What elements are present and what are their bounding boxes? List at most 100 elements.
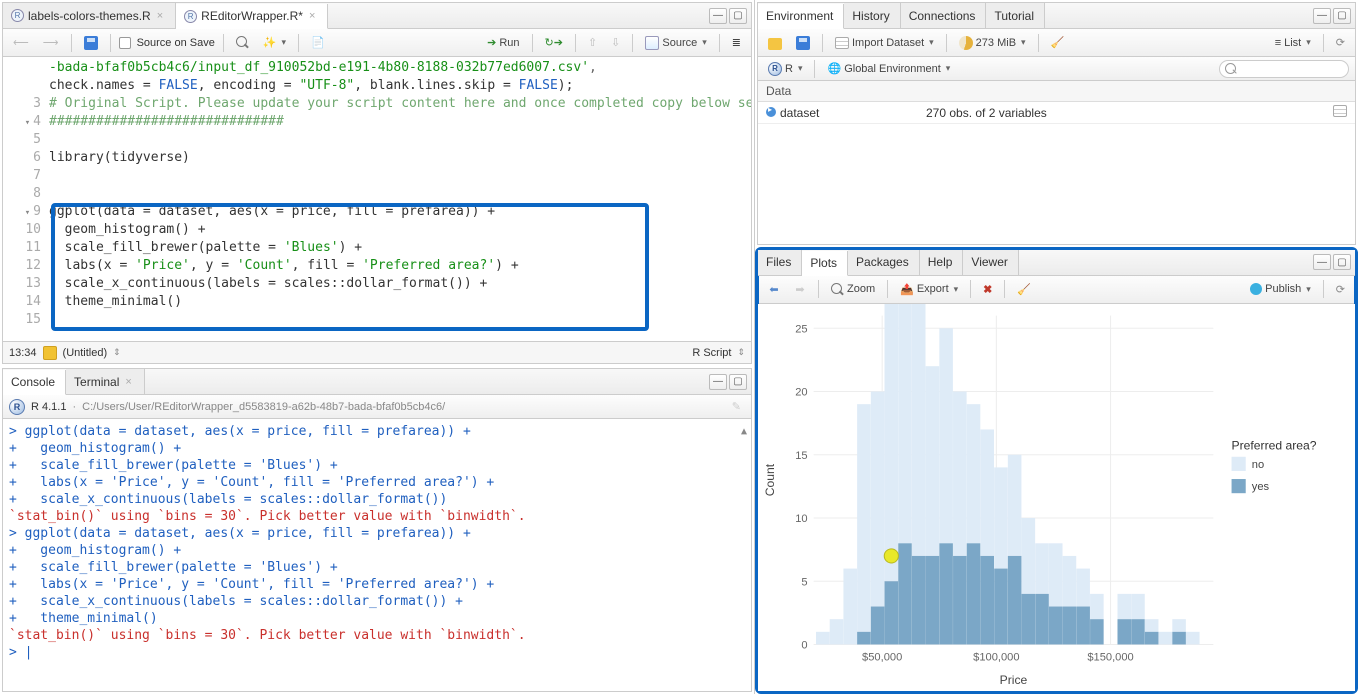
console-tabbar: ConsoleTerminal× — ▢ bbox=[3, 369, 751, 395]
save-icon[interactable] bbox=[80, 34, 102, 52]
source-on-save-checkbox[interactable] bbox=[119, 37, 131, 49]
env-tab[interactable]: History bbox=[844, 3, 900, 28]
close-icon[interactable]: × bbox=[123, 376, 133, 388]
plot-tab[interactable]: Plots bbox=[802, 251, 848, 276]
editor-tabbar: Rlabels-colors-themes.R×RREditorWrapper.… bbox=[3, 3, 751, 29]
import-dataset-button[interactable]: Import Dataset bbox=[831, 35, 938, 51]
maximize-pane-icon[interactable]: ▢ bbox=[1333, 8, 1351, 24]
env-tab[interactable]: Environment bbox=[758, 4, 844, 29]
source-button[interactable]: Source bbox=[641, 34, 710, 52]
view-mode-button[interactable]: ≡ List bbox=[1271, 35, 1315, 51]
editor-statusbar: 13:34 (Untitled) ⇕ R Script ⇕ bbox=[3, 341, 751, 363]
remove-plot-icon[interactable]: ✖ bbox=[979, 281, 996, 298]
maximize-pane-icon[interactable]: ▢ bbox=[729, 8, 747, 24]
code-editor[interactable]: 3▾45678▾9101112131415 -bada-bfaf0b5cb4c6… bbox=[3, 57, 751, 341]
svg-text:5: 5 bbox=[801, 576, 807, 588]
prev-plot-icon[interactable]: ⬅ bbox=[764, 280, 784, 298]
editor-tab[interactable]: RREditorWrapper.R*× bbox=[176, 4, 328, 29]
minimize-pane-icon[interactable]: — bbox=[709, 8, 727, 24]
environment-scope[interactable]: 🌐 Global Environment bbox=[823, 60, 954, 77]
env-search[interactable] bbox=[1219, 60, 1349, 78]
doc-type-icon bbox=[43, 346, 57, 360]
env-tab[interactable]: Tutorial bbox=[986, 3, 1045, 28]
plot-tab[interactable]: Help bbox=[920, 250, 964, 275]
outline-icon[interactable]: ≣ bbox=[728, 34, 745, 51]
save-workspace-icon[interactable] bbox=[792, 34, 814, 52]
histogram-plot: 0 5 10 15 20 25 $50,000 $100,000 $150,000 Price Co… bbox=[758, 304, 1355, 692]
expand-icon[interactable] bbox=[766, 107, 776, 117]
console-tab[interactable]: Terminal× bbox=[66, 369, 145, 394]
working-directory[interactable]: C:/Users/User/REditorWrapper_d5583819-a6… bbox=[82, 401, 445, 413]
language-scope[interactable]: RR bbox=[764, 60, 806, 78]
publish-button[interactable]: Publish bbox=[1246, 281, 1315, 297]
env-row[interactable]: dataset270 obs. of 2 variables bbox=[758, 102, 1355, 124]
console-info-bar: R R 4.1.1 · C:/Users/User/REditorWrapper… bbox=[3, 395, 751, 419]
go-down-icon[interactable]: ⇩ bbox=[607, 34, 624, 51]
r-logo-icon: R bbox=[9, 399, 25, 415]
load-workspace-icon[interactable] bbox=[764, 35, 786, 51]
environment-table: Data dataset270 obs. of 2 variables bbox=[758, 81, 1355, 124]
plot-tab[interactable]: Files bbox=[758, 250, 802, 275]
minimize-pane-icon[interactable]: — bbox=[709, 374, 727, 390]
cursor-position: 13:34 bbox=[9, 347, 37, 359]
env-scope-bar: RR 🌐 Global Environment bbox=[758, 57, 1355, 81]
editor-tab[interactable]: Rlabels-colors-themes.R× bbox=[3, 3, 176, 28]
export-button[interactable]: 📤 Export bbox=[896, 281, 962, 298]
env-search-input[interactable] bbox=[1219, 60, 1349, 78]
r-version: R 4.1.1 bbox=[31, 401, 66, 413]
doc-title[interactable]: (Untitled) bbox=[63, 347, 108, 359]
zoom-button[interactable]: Zoom bbox=[827, 281, 879, 298]
plot-tab[interactable]: Viewer bbox=[963, 250, 1018, 275]
svg-text:$50,000: $50,000 bbox=[862, 651, 902, 663]
svg-text:Count: Count bbox=[763, 463, 777, 496]
env-tab[interactable]: Connections bbox=[901, 3, 987, 28]
svg-text:$150,000: $150,000 bbox=[1087, 651, 1133, 663]
svg-text:10: 10 bbox=[795, 513, 807, 525]
refresh-plot-icon[interactable]: ⟳ bbox=[1332, 281, 1349, 298]
plot-tab[interactable]: Packages bbox=[848, 250, 920, 275]
minimize-pane-icon[interactable]: — bbox=[1313, 254, 1331, 270]
clear-console-icon[interactable]: ✎ bbox=[728, 398, 745, 415]
code-tools-icon[interactable]: ✨ bbox=[259, 34, 290, 51]
close-icon[interactable]: × bbox=[155, 10, 165, 22]
env-tabbar: EnvironmentHistoryConnectionsTutorial — … bbox=[758, 3, 1355, 29]
language-mode[interactable]: R Script bbox=[692, 347, 731, 359]
view-data-icon[interactable] bbox=[1333, 105, 1347, 117]
svg-text:20: 20 bbox=[795, 386, 807, 398]
svg-text:Price: Price bbox=[1000, 672, 1028, 686]
r-file-icon: R bbox=[11, 9, 24, 22]
svg-text:no: no bbox=[1252, 458, 1264, 470]
env-toolbar: Import Dataset 273 MiB 🧹 ≡ List ⟳ bbox=[758, 29, 1355, 57]
go-up-icon[interactable]: ⇧ bbox=[584, 34, 601, 51]
editor-toolbar: ⟵ ⟶ Source on Save ✨ 📄 ➔Run ↻➔ ⇧ ⇩ Sourc… bbox=[3, 29, 751, 57]
close-icon[interactable]: × bbox=[307, 10, 317, 22]
back-icon[interactable]: ⟵ bbox=[9, 34, 33, 51]
refresh-icon[interactable]: ⟳ bbox=[1332, 34, 1349, 51]
memory-usage[interactable]: 273 MiB bbox=[955, 34, 1030, 52]
svg-text:$100,000: $100,000 bbox=[973, 651, 1019, 663]
clear-workspace-icon[interactable]: 🧹 bbox=[1047, 34, 1069, 51]
console-output[interactable]: > ggplot(data = dataset, aes(x = price, … bbox=[3, 419, 751, 691]
maximize-pane-icon[interactable]: ▢ bbox=[729, 374, 747, 390]
plot-toolbar: ⬅ ➡ Zoom 📤 Export ✖ 🧹 Publish ⟳ bbox=[758, 276, 1355, 304]
next-plot-icon[interactable]: ➡ bbox=[790, 280, 810, 298]
compile-report-icon[interactable]: 📄 bbox=[307, 34, 329, 51]
source-on-save-label: Source on Save bbox=[137, 37, 215, 49]
svg-text:Preferred area?: Preferred area? bbox=[1232, 438, 1317, 452]
svg-text:yes: yes bbox=[1252, 481, 1270, 493]
maximize-pane-icon[interactable]: ▢ bbox=[1333, 254, 1351, 270]
find-icon[interactable] bbox=[232, 34, 253, 51]
svg-text:25: 25 bbox=[795, 323, 807, 335]
run-button[interactable]: ➔Run bbox=[483, 34, 523, 51]
minimize-pane-icon[interactable]: — bbox=[1313, 8, 1331, 24]
env-section-header: Data bbox=[758, 81, 1355, 102]
svg-text:0: 0 bbox=[801, 639, 807, 651]
r-file-icon: R bbox=[184, 10, 197, 23]
clear-plots-icon[interactable]: 🧹 bbox=[1013, 281, 1035, 298]
svg-text:15: 15 bbox=[795, 449, 807, 461]
plot-canvas: 0 5 10 15 20 25 $50,000 $100,000 $150,000 Price Co… bbox=[758, 304, 1355, 692]
rerun-icon[interactable]: ↻➔ bbox=[541, 34, 567, 51]
plot-tabbar: FilesPlotsPackagesHelpViewer — ▢ bbox=[758, 250, 1355, 276]
console-tab[interactable]: Console bbox=[3, 370, 66, 395]
forward-icon[interactable]: ⟶ bbox=[39, 34, 63, 51]
